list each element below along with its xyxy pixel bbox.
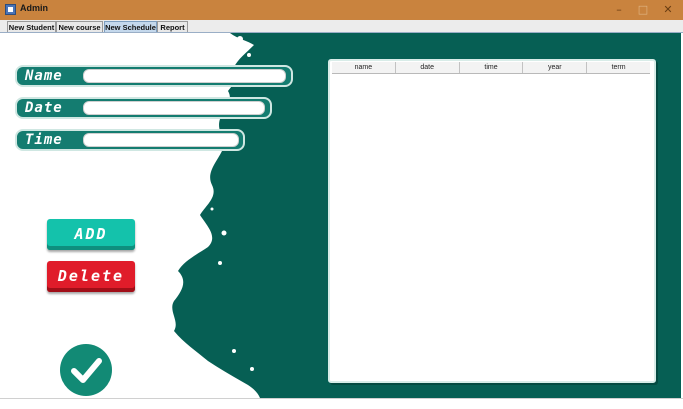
table-header: name date time year term: [332, 62, 650, 74]
date-label: Date: [25, 100, 63, 116]
tab-new-course[interactable]: New course: [56, 21, 103, 32]
tab-new-schedule[interactable]: New Schedule: [104, 21, 157, 32]
time-input[interactable]: [83, 133, 239, 147]
checkmark-icon: [71, 358, 102, 383]
app-icon: [5, 4, 16, 15]
name-input[interactable]: [83, 69, 286, 83]
name-field-group: Name: [15, 65, 293, 87]
tab-new-student[interactable]: New Student: [7, 21, 56, 32]
time-label: Time: [25, 132, 63, 148]
add-button[interactable]: ADD: [47, 219, 135, 250]
date-field-group: Date: [15, 97, 272, 119]
delete-button[interactable]: Delete: [47, 261, 135, 292]
check-circle-icon[interactable]: [60, 344, 112, 396]
schedule-table: name date time year term: [328, 59, 656, 383]
close-button[interactable]: ✕: [655, 0, 681, 20]
window-title: Admin: [20, 3, 48, 13]
maximize-button[interactable]: □: [630, 0, 656, 20]
time-field-group: Time: [15, 129, 245, 151]
column-header-name[interactable]: name: [332, 62, 396, 73]
minimize-button[interactable]: –: [606, 0, 632, 20]
window-bottom-edge: [0, 398, 683, 409]
name-label: Name: [25, 68, 63, 84]
column-header-date[interactable]: date: [396, 62, 460, 73]
table-body[interactable]: [332, 74, 650, 378]
schedule-panel: Name Date Time ADD Delete name date time…: [2, 33, 681, 398]
column-header-year[interactable]: year: [523, 62, 588, 73]
column-header-term[interactable]: term: [587, 62, 650, 73]
tab-strip: New Student New course New Schedule Repo…: [0, 20, 683, 33]
title-bar: Admin – □ ✕: [0, 0, 683, 20]
tab-report[interactable]: Report: [157, 21, 188, 32]
column-header-time[interactable]: time: [460, 62, 524, 73]
date-input[interactable]: [83, 101, 265, 115]
